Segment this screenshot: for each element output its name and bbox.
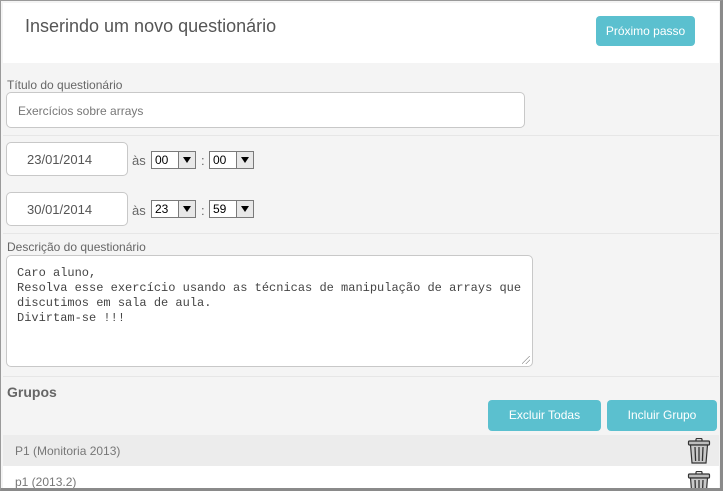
- add-group-button[interactable]: Incluir Grupo: [607, 400, 717, 431]
- page-title: Inserindo um novo questionário: [25, 16, 277, 36]
- chevron-down-icon: [236, 152, 253, 168]
- divider: [3, 376, 719, 377]
- description-line: discutimos em sala de aula.: [17, 296, 212, 310]
- start-at-label: às: [132, 153, 146, 168]
- start-hour-value: 00: [155, 153, 169, 167]
- title-label: Título do questionário: [7, 78, 123, 92]
- divider: [3, 233, 719, 234]
- start-minute-select[interactable]: 00: [209, 151, 254, 169]
- description-line: Caro aluno,: [17, 266, 97, 280]
- start-minute-value: 00: [213, 153, 227, 167]
- description-textarea[interactable]: Caro aluno, Resolva esse exercício usand…: [6, 255, 533, 367]
- group-row: p1 (2013.2): [3, 466, 719, 491]
- page-header: Inserindo um novo questionário Próximo p…: [3, 3, 719, 63]
- end-minute-select[interactable]: 59: [209, 200, 254, 218]
- trash-icon[interactable]: [687, 438, 711, 464]
- end-at-label: às: [132, 203, 146, 218]
- chevron-down-icon: [236, 201, 253, 217]
- end-hour-value: 23: [155, 202, 169, 216]
- end-hour-select[interactable]: 23: [151, 200, 196, 218]
- description-label: Descrição do questionário: [7, 240, 146, 254]
- description-line: Divirtam-se !!!: [17, 311, 126, 325]
- page-frame: Inserindo um novo questionário Próximo p…: [0, 0, 723, 491]
- start-time-separator: :: [201, 153, 205, 168]
- divider: [3, 135, 719, 136]
- group-name: P1 (Monitoria 2013): [15, 444, 121, 458]
- group-row: P1 (Monitoria 2013): [3, 435, 719, 466]
- delete-all-button[interactable]: Excluir Todas: [488, 400, 601, 431]
- title-input[interactable]: Exercícios sobre arrays: [6, 92, 525, 128]
- end-date-input[interactable]: 30/01/2014: [6, 192, 128, 226]
- next-step-button[interactable]: Próximo passo: [596, 16, 695, 46]
- resize-grip-icon[interactable]: [522, 356, 530, 364]
- group-name: p1 (2013.2): [15, 475, 77, 489]
- chevron-down-icon: [178, 201, 195, 217]
- description-line: Resolva esse exercício usando as técnica…: [17, 281, 522, 295]
- chevron-down-icon: [178, 152, 195, 168]
- end-time-separator: :: [201, 203, 205, 218]
- groups-heading: Grupos: [7, 384, 57, 400]
- end-minute-value: 59: [213, 202, 227, 216]
- trash-icon[interactable]: [687, 471, 711, 491]
- start-hour-select[interactable]: 00: [151, 151, 196, 169]
- start-date-input[interactable]: 23/01/2014: [6, 142, 128, 176]
